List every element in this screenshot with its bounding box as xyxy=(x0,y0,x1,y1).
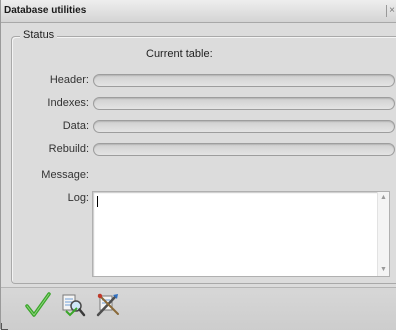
check-icon[interactable] xyxy=(25,291,51,319)
current-table-label: Current table: xyxy=(146,48,213,60)
scroll-up-icon[interactable]: ▲ xyxy=(378,193,389,203)
log-textarea[interactable]: ▲ ▼ xyxy=(92,191,390,277)
status-legend: Status xyxy=(20,29,58,41)
text-caret xyxy=(97,196,98,207)
window-title: Database utilities xyxy=(4,5,87,16)
rebuild-progress-bar xyxy=(93,143,395,156)
rebuild-label: Rebuild: xyxy=(48,143,89,155)
header-label: Header: xyxy=(49,74,89,86)
scroll-down-icon[interactable]: ▼ xyxy=(378,265,389,275)
repair-icon[interactable] xyxy=(95,291,121,319)
log-label: Log: xyxy=(67,192,89,204)
log-scrollbar[interactable]: ▲ ▼ xyxy=(377,192,389,276)
inspect-icon[interactable] xyxy=(60,291,86,319)
message-label: Message: xyxy=(41,169,89,181)
header-progress-bar xyxy=(93,74,395,87)
indexes-label: Indexes: xyxy=(47,97,89,109)
data-progress-bar xyxy=(93,120,395,133)
title-bar: Database utilities × xyxy=(1,0,396,23)
data-label: Data: xyxy=(62,120,89,132)
indexes-progress-bar xyxy=(93,97,395,110)
bottom-toolbar xyxy=(1,287,396,330)
database-utilities-window: Database utilities × Status Current tabl… xyxy=(0,0,396,330)
close-icon[interactable]: × xyxy=(386,5,396,17)
